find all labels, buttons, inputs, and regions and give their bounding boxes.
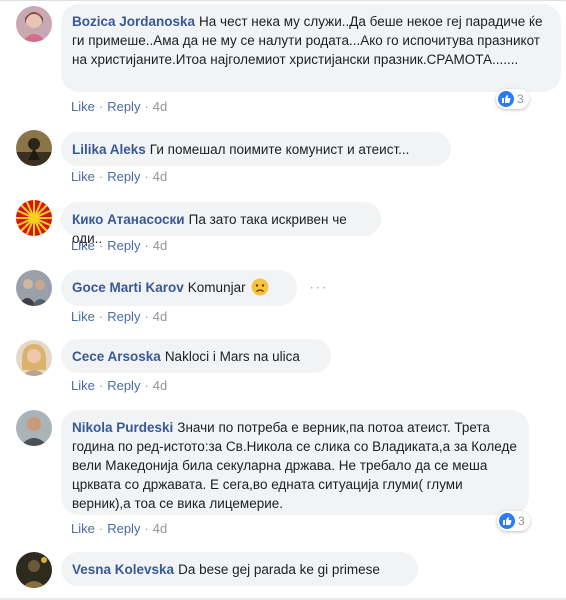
sad-face-icon [251,278,269,296]
avatar[interactable] [16,340,52,376]
comment-actions: Like · Reply · 4d [71,238,168,253]
like-link[interactable]: Like [71,99,95,114]
comment-author[interactable]: Bozica Jordanoska [72,14,195,29]
avatar[interactable] [16,6,52,42]
reply-link[interactable]: Reply [107,99,140,114]
more-options-icon[interactable]: ··· [309,279,328,297]
comment-bubble: Cece Arsoska Nakloci i Mars na ulica [61,339,331,373]
like-reaction-icon [499,513,515,529]
reply-link[interactable]: Reply [107,521,140,536]
comment-actions: Like · Reply · 4d [71,169,168,184]
timestamp[interactable]: 4d [153,521,167,536]
comment-bubble: Vesna Kolevska Da bese gej parada ke gi p… [61,552,418,586]
like-link[interactable]: Like [71,309,95,324]
comment-actions: Like · Reply · 4d [71,99,168,114]
timestamp[interactable]: 4d [153,378,167,393]
comment-text: Ги помешал поимите комунист и атеист... [149,142,410,157]
timestamp[interactable]: 4d [153,238,167,253]
avatar[interactable] [16,200,52,236]
comment-bubble: Кико Атанасоски Па зато така искривен че … [61,202,381,246]
like-reaction-icon [498,91,514,107]
top-divider [0,0,566,1]
like-link[interactable]: Like [71,521,95,536]
comment-author[interactable]: Goce Marti Karov [72,280,184,295]
reaction-count[interactable]: 3 [497,511,530,531]
comment-bubble: Nikola Purdeski Значи по потреба е верник… [61,410,529,515]
comment-actions: Like · Reply · 4d [71,521,168,536]
avatar[interactable] [16,552,52,588]
comment-bubble: Goce Marti Karov Komunjar [61,270,297,306]
comment-actions: Like · Reply · 4d [71,309,168,324]
avatar[interactable] [16,130,52,166]
like-link[interactable]: Like [71,169,95,184]
comment-author[interactable]: Lilika Aleks [72,142,146,157]
reply-link[interactable]: Reply [107,378,140,393]
reply-link[interactable]: Reply [107,309,140,324]
reply-link[interactable]: Reply [107,238,140,253]
like-link[interactable]: Like [71,378,95,393]
comment-actions: Like · Reply · 4d [71,378,168,393]
comment-bubble: Bozica Jordanoska На чест нека му служи..… [61,4,561,92]
avatar[interactable] [16,410,52,446]
timestamp[interactable]: 4d [153,309,167,324]
comment-text: Komunjar [187,280,246,295]
comment-bubble: Lilika Aleks Ги помешал поимите комунист … [61,132,451,166]
reply-link[interactable]: Reply [107,169,140,184]
comment-author[interactable]: Кико Атанасоски [72,212,185,227]
comment-text: Nakloci i Mars na ulica [164,349,300,364]
comment-author[interactable]: Vesna Kolevska [72,562,174,577]
reaction-count[interactable]: 3 [496,89,529,109]
comment-author[interactable]: Nikola Purdeski [72,420,173,435]
like-link[interactable]: Like [71,238,95,253]
timestamp[interactable]: 4d [153,99,167,114]
comment-author[interactable]: Cece Arsoska [72,349,161,364]
comment-text: Da bese gej parada ke gi primese [178,562,380,577]
timestamp[interactable]: 4d [153,169,167,184]
avatar[interactable] [16,270,52,306]
